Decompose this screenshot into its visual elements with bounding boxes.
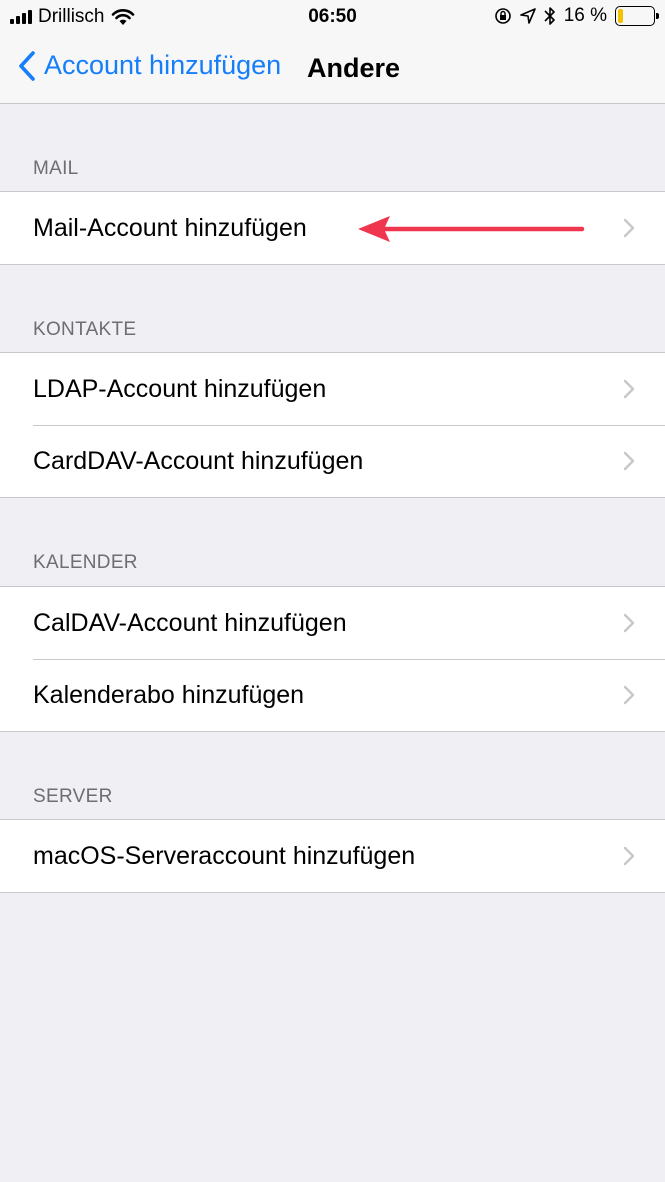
- group-contacts: LDAP-Account hinzufügen CardDAV-Account …: [0, 352, 665, 498]
- battery-percent: 16 %: [563, 5, 607, 26]
- back-button[interactable]: Account hinzufügen: [18, 50, 281, 81]
- location-icon: [519, 8, 536, 24]
- row-carddav-account[interactable]: CardDAV-Account hinzufügen: [0, 425, 665, 497]
- row-ldap-account[interactable]: LDAP-Account hinzufügen: [0, 353, 665, 425]
- row-label: Kalenderabo hinzufügen: [33, 680, 305, 709]
- section-header-contacts: KONTAKTE: [33, 319, 137, 340]
- group-calendar: CalDAV-Account hinzufügen Kalenderabo hi…: [0, 586, 665, 732]
- battery-icon: [615, 6, 659, 26]
- status-right: 16 %: [494, 5, 659, 27]
- row-label: LDAP-Account hinzufügen: [33, 374, 327, 403]
- row-macos-server-account[interactable]: macOS-Serveraccount hinzufügen: [0, 820, 665, 892]
- chevron-right-icon: [623, 613, 635, 633]
- chevron-left-icon: [19, 50, 35, 81]
- group-server: macOS-Serveraccount hinzufügen: [0, 819, 665, 893]
- row-caldav-account[interactable]: CalDAV-Account hinzufügen: [0, 587, 665, 659]
- status-bar: Drillisch 06:50 16 %: [0, 0, 665, 36]
- annotation-arrow-icon: [358, 216, 585, 242]
- bluetooth-icon: [544, 7, 555, 25]
- row-label: CardDAV-Account hinzufügen: [33, 446, 364, 475]
- row-label: CalDAV-Account hinzufügen: [33, 608, 347, 637]
- navigation-bar: Account hinzufügen Andere: [0, 36, 665, 104]
- section-header-mail: MAIL: [33, 158, 79, 179]
- row-label: macOS-Serveraccount hinzufügen: [33, 841, 416, 870]
- battery-level: [618, 9, 624, 23]
- back-button-label: Account hinzufügen: [44, 50, 282, 80]
- chevron-right-icon: [623, 218, 635, 238]
- row-calendar-subscription[interactable]: Kalenderabo hinzufügen: [0, 659, 665, 731]
- chevron-right-icon: [623, 685, 635, 705]
- section-header-calendar: KALENDER: [33, 552, 138, 573]
- chevron-right-icon: [623, 379, 635, 399]
- orientation-lock-icon: [494, 8, 511, 24]
- section-header-server: SERVER: [33, 786, 113, 807]
- row-label: Mail-Account hinzufügen: [33, 213, 307, 242]
- chevron-right-icon: [623, 451, 635, 471]
- chevron-right-icon: [623, 846, 635, 866]
- page-title: Andere: [307, 53, 401, 83]
